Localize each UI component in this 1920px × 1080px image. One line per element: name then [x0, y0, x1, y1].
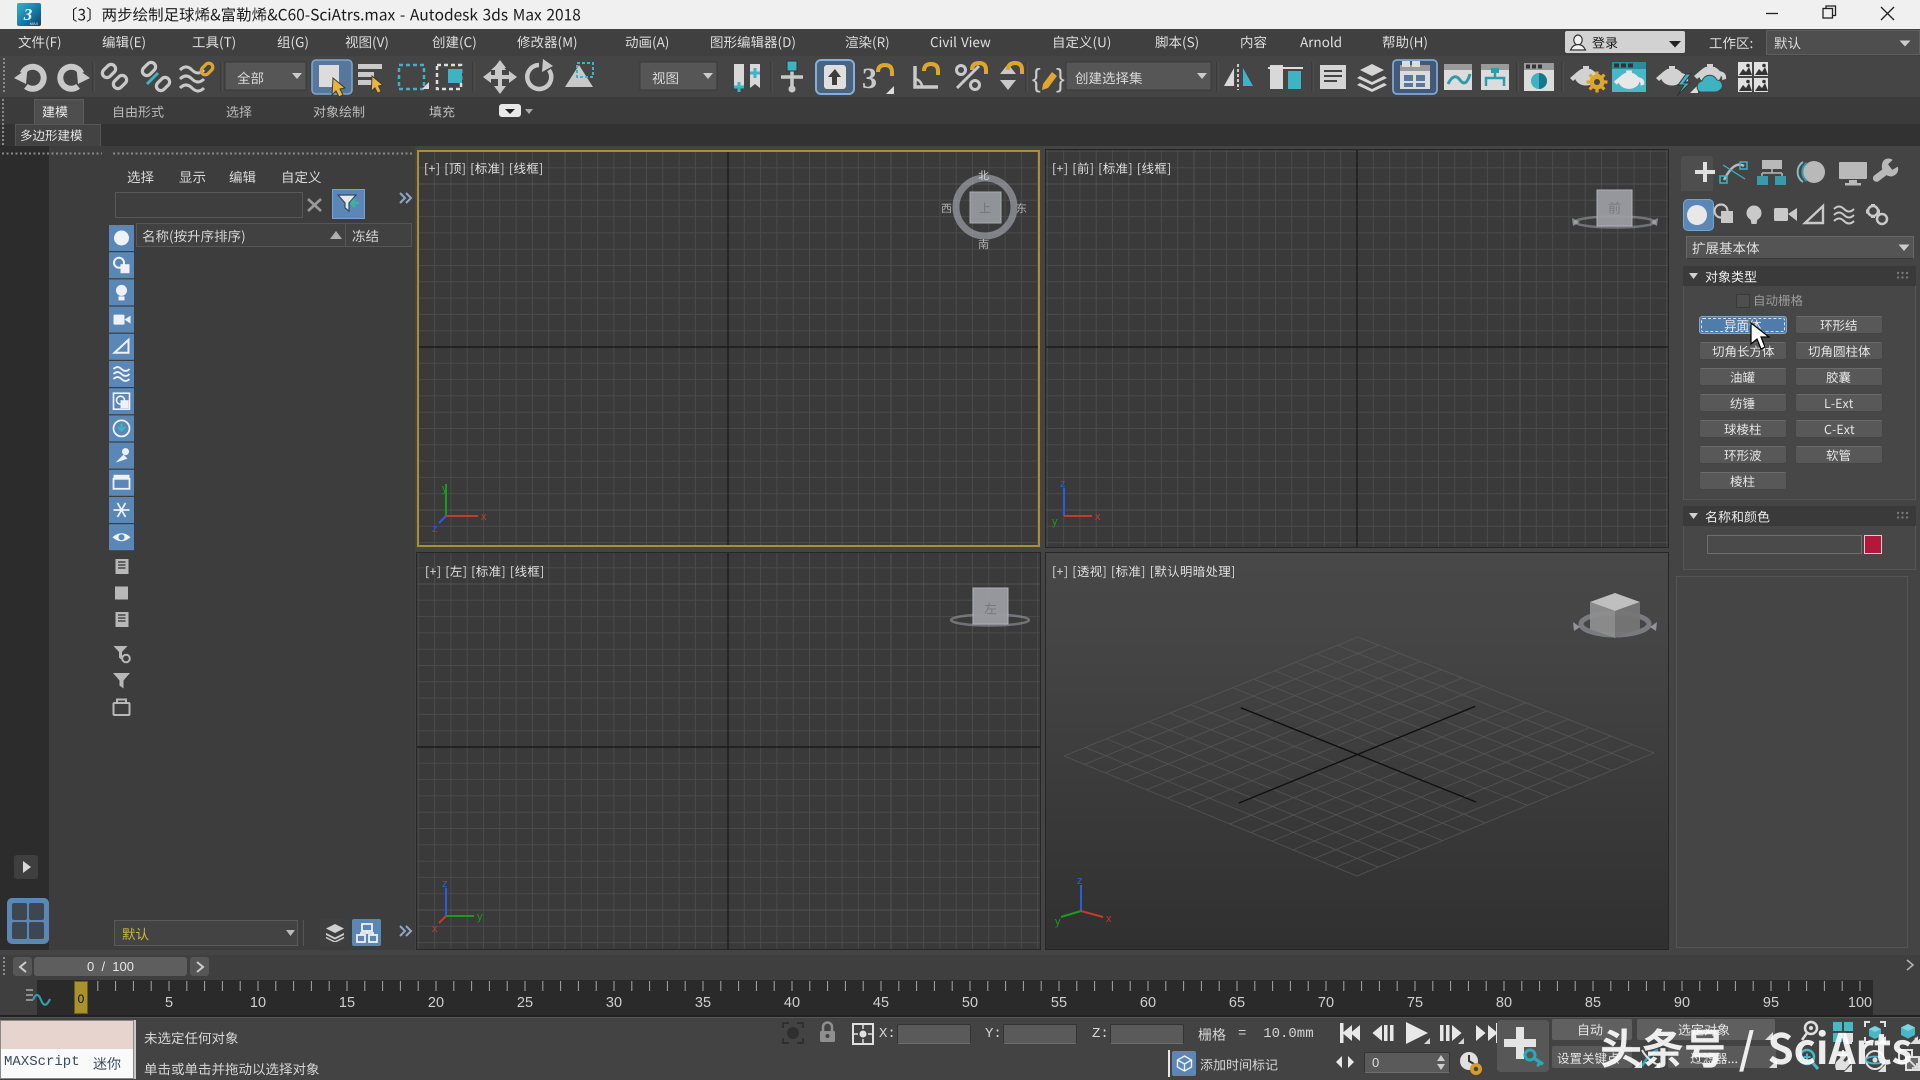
svg-text:z: z	[442, 880, 448, 890]
svg-text:x: x	[1095, 511, 1101, 523]
svg-text:y: y	[1055, 916, 1061, 928]
svg-text:}: }	[1056, 63, 1065, 93]
svg-text:z: z	[1077, 875, 1083, 887]
svg-text:MAX: MAX	[30, 21, 39, 26]
svg-text:y: y	[1052, 516, 1058, 528]
svg-text:y: y	[477, 911, 483, 923]
svg-text:z: z	[1060, 480, 1066, 490]
svg-text:{: {	[1032, 63, 1041, 93]
svg-text:y: y	[442, 483, 448, 495]
svg-text:z: z	[432, 523, 438, 535]
svg-text:3: 3	[862, 62, 877, 95]
svg-text:x: x	[1106, 913, 1112, 925]
svg-text:x: x	[432, 923, 438, 935]
svg-text:x: x	[481, 511, 487, 523]
